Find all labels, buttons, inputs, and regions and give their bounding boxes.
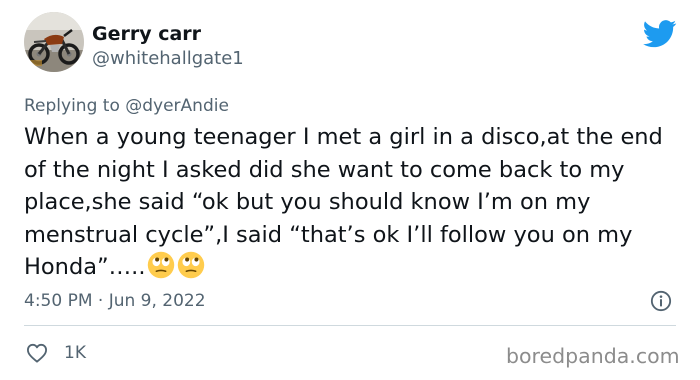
replying-to-prefix: Replying to [24, 96, 126, 116]
divider [24, 325, 676, 326]
heart-icon[interactable] [26, 343, 48, 363]
replying-to: Replying to @dyerAndie [24, 94, 229, 118]
user-handle[interactable]: @whitehallgate1 [92, 47, 244, 71]
reply-mention-link[interactable]: @dyerAndie [125, 96, 229, 116]
like-count: 1K [64, 343, 86, 363]
tweet-card: Gerry carr @whitehallgate1 Replying to @… [0, 0, 700, 380]
info-icon[interactable] [650, 290, 672, 312]
tweet-text-container: When a young teenager I met a girl in a … [24, 121, 684, 284]
avatar[interactable] [24, 12, 84, 72]
motorcycle-avatar-image [24, 12, 84, 72]
twitter-bird-icon[interactable] [643, 20, 677, 48]
face-with-rolling-eyes-icon [148, 251, 175, 279]
face-with-rolling-eyes-icon [178, 251, 205, 279]
display-name[interactable]: Gerry carr [92, 22, 201, 46]
tweet-timestamp[interactable]: 4:50 PM · Jun 9, 2022 [24, 289, 206, 313]
boredpanda-watermark: boredpanda.com [506, 344, 680, 368]
tweet-text: When a young teenager I met a girl in a … [24, 124, 663, 280]
